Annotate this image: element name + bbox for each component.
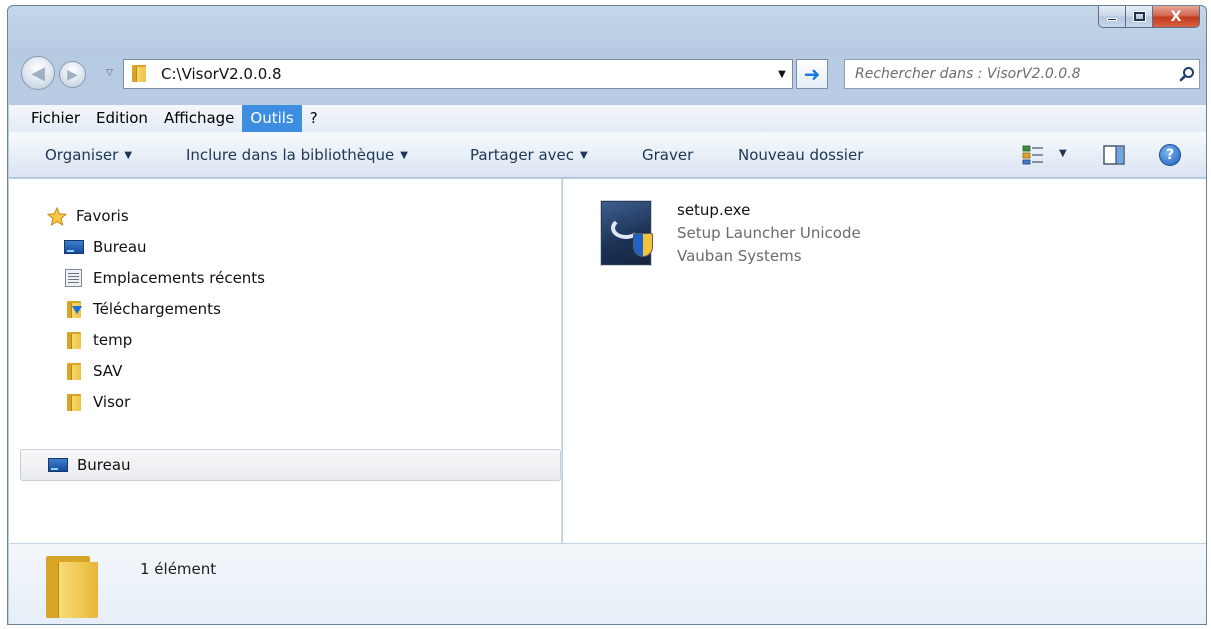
search-box (844, 59, 1200, 89)
star-icon (46, 206, 68, 227)
view-options-icon[interactable] (1022, 145, 1044, 169)
new-folder-button[interactable]: Nouveau dossier (738, 146, 863, 164)
organize-label: Organiser (45, 146, 119, 164)
maximize-icon (1132, 11, 1146, 22)
recent-places-icon (64, 269, 84, 287)
help-icon[interactable]: ? (1159, 144, 1181, 166)
menu-help[interactable]: ? (302, 105, 326, 132)
recent-pages-dropdown[interactable]: ▽ (106, 68, 113, 78)
forward-button[interactable]: ▶ (59, 61, 86, 88)
file-company: Vauban Systems (677, 247, 802, 265)
close-icon: X (1170, 8, 1182, 25)
desktop-icon (64, 238, 84, 256)
details-pane: 1 élément (9, 543, 1206, 624)
file-item-setup-exe[interactable]: setup.exe Setup Launcher Unicode Vauban … (601, 199, 861, 268)
tree-item-bureau-root[interactable]: Bureau (48, 452, 131, 478)
back-button[interactable]: ◀ (21, 56, 55, 90)
folder-icon (64, 331, 84, 349)
close-button[interactable]: X (1153, 6, 1200, 28)
item-count: 1 élément (140, 560, 217, 578)
chevron-down-icon: ▼ (124, 150, 133, 161)
maximize-button[interactable] (1126, 6, 1153, 28)
menu-affichage[interactable]: Affichage (156, 105, 242, 132)
folder-icon (131, 65, 147, 83)
tree-item-label: Visor (93, 393, 131, 411)
share-with-button[interactable]: Partager avec ▼ (470, 146, 588, 164)
tree-item-temp[interactable]: temp (64, 327, 132, 353)
folder-icon (64, 362, 84, 380)
navigation-pane: Favoris Bureau Emplacements récents Télé… (9, 179, 562, 543)
tree-item-visor[interactable]: Visor (64, 389, 130, 415)
chevron-down-icon: ▽ (106, 68, 113, 78)
file-name: setup.exe (677, 201, 751, 219)
chevron-down-icon: ▼ (580, 150, 588, 161)
setup-exe-icon (601, 199, 653, 265)
folder-icon (46, 556, 98, 618)
tree-item-label: Téléchargements (93, 300, 221, 318)
address-bar[interactable]: C:\VisorV2.0.0.8 ▼ (123, 59, 793, 89)
menu-fichier[interactable]: Fichier (23, 105, 88, 132)
arrow-left-icon: ◀ (31, 62, 45, 84)
arrow-right-icon: ▶ (67, 66, 78, 83)
tree-item-bureau[interactable]: Bureau (64, 234, 147, 260)
file-info: setup.exe Setup Launcher Unicode Vauban … (677, 199, 861, 268)
share-with-label: Partager avec (470, 146, 575, 164)
include-library-label: Inclure dans la bibliothèque (186, 146, 395, 164)
view-dropdown-icon[interactable]: ▼ (1059, 148, 1067, 159)
tree-item-label: Favoris (76, 207, 129, 225)
tree-item-label: Bureau (93, 238, 147, 256)
menu-outils[interactable]: Outils (242, 105, 302, 132)
arrow-right-icon: ➜ (803, 62, 821, 86)
go-button[interactable]: ➜ (796, 59, 828, 89)
desktop-icon (48, 456, 68, 474)
address-path: C:\VisorV2.0.0.8 (161, 65, 282, 83)
tree-item-label: Bureau (77, 456, 131, 474)
preview-pane-icon[interactable] (1103, 145, 1125, 169)
burn-button[interactable]: Graver (642, 146, 693, 164)
tree-item-label: temp (93, 331, 133, 349)
address-dropdown-icon[interactable]: ▼ (772, 69, 792, 80)
search-icon[interactable] (1175, 66, 1199, 82)
tree-item-telechargements[interactable]: Téléchargements (64, 296, 221, 322)
tree-item-label: SAV (93, 362, 123, 380)
downloads-folder-icon (64, 300, 84, 318)
search-input[interactable] (855, 66, 1175, 82)
tree-item-favoris[interactable]: Favoris (46, 203, 129, 229)
tree-item-emplacements-recents[interactable]: Emplacements récents (64, 265, 265, 291)
include-library-button[interactable]: Inclure dans la bibliothèque ▼ (186, 146, 408, 164)
folder-icon (64, 393, 84, 411)
caption-buttons: X (1098, 6, 1200, 28)
command-bar: Organiser ▼ Inclure dans la bibliothèque ▼… (9, 132, 1206, 178)
file-description: Setup Launcher Unicode (677, 224, 861, 242)
menu-bar: Fichier Edition Affichage Outils ? (9, 105, 1206, 132)
chevron-down-icon: ▼ (400, 150, 408, 161)
minimize-button[interactable] (1098, 6, 1126, 28)
menu-edition[interactable]: Edition (88, 105, 156, 132)
tree-item-label: Emplacements récents (93, 269, 266, 287)
minimize-icon (1107, 18, 1117, 21)
organize-button[interactable]: Organiser ▼ (45, 146, 132, 164)
explorer-window: X ◀ ▶ ▽ C:\VisorV2.0.0.8 ▼ ➜ Fichier Edi… (7, 5, 1207, 625)
content-pane: setup.exe Setup Launcher Unicode Vauban … (563, 179, 1206, 543)
tree-item-sav[interactable]: SAV (64, 358, 122, 384)
